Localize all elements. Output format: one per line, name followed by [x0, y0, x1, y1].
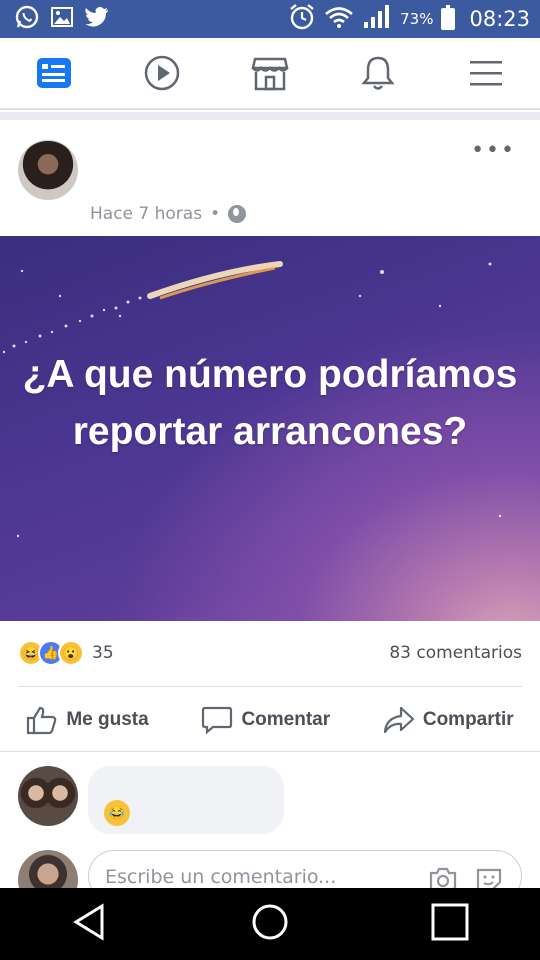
battery-icon — [441, 5, 456, 30]
like-label: Me gusta — [66, 708, 149, 730]
hamburger-icon — [470, 61, 502, 86]
nav-marketplace[interactable] — [240, 43, 300, 103]
whatsapp-icon — [14, 4, 40, 35]
post-background[interactable]: ¿A que número podríamos reportar arranco… — [0, 236, 540, 621]
post-meta: Hace 7 horas • — [90, 204, 247, 224]
wow-reaction-icon: 😮 — [58, 640, 84, 666]
author-avatar[interactable] — [18, 140, 78, 200]
share-label: Compartir — [422, 708, 514, 730]
divider — [18, 686, 522, 687]
laughing-emoji-icon: 😂 — [104, 800, 130, 826]
post-actions: Me gusta Comentar Compartir — [0, 688, 540, 752]
signal-icon — [362, 4, 392, 35]
clock: 08:23 — [469, 7, 530, 31]
post-header: ••• Hace 7 horas • — [0, 112, 540, 236]
play-icon — [144, 55, 180, 91]
nav-menu[interactable] — [456, 43, 516, 103]
reactions-summary[interactable]: 😆 👍 😮 35 — [18, 640, 114, 666]
top-navigation — [0, 38, 540, 110]
wifi-icon — [324, 5, 354, 34]
more-options-button[interactable]: ••• — [471, 140, 516, 162]
status-bar: 73% 08:23 — [0, 0, 540, 38]
alarm-icon — [288, 3, 316, 36]
comment-label: Comentar — [241, 708, 331, 730]
commenter-avatar[interactable] — [18, 766, 78, 826]
like-button[interactable]: Me gusta — [26, 705, 149, 735]
globe-icon — [228, 205, 247, 223]
comments-count[interactable]: 83 comentarios — [389, 643, 522, 663]
reaction-count: 35 — [92, 643, 114, 663]
marketplace-icon — [251, 57, 289, 91]
twitter-icon — [84, 6, 110, 33]
news-feed-icon — [37, 58, 71, 88]
battery-percent: 73% — [400, 10, 434, 28]
system-navigation-bar — [0, 888, 540, 960]
nav-notifications[interactable] — [348, 43, 408, 103]
home-icon[interactable] — [250, 902, 290, 947]
bell-icon — [361, 56, 395, 90]
back-icon[interactable] — [70, 902, 110, 947]
recents-icon[interactable] — [430, 902, 470, 947]
post-timestamp[interactable]: Hace 7 horas — [90, 204, 202, 224]
gallery-icon — [50, 6, 74, 33]
nav-news-feed[interactable] — [24, 43, 84, 103]
share-button[interactable]: Compartir — [383, 705, 514, 735]
post-text: ¿A que número podríamos reportar arranco… — [22, 353, 518, 453]
nav-watch[interactable] — [132, 43, 192, 103]
share-icon — [383, 706, 414, 733]
comment-button[interactable]: Comentar — [201, 705, 330, 735]
comment-icon — [202, 706, 233, 734]
meta-separator: • — [210, 204, 221, 224]
comment-item: 😂 — [18, 766, 528, 838]
thumbs-up-icon — [27, 706, 57, 734]
screen: 73% 08:23 ••• Hace 7 horas • ¿A que núme… — [0, 0, 540, 960]
